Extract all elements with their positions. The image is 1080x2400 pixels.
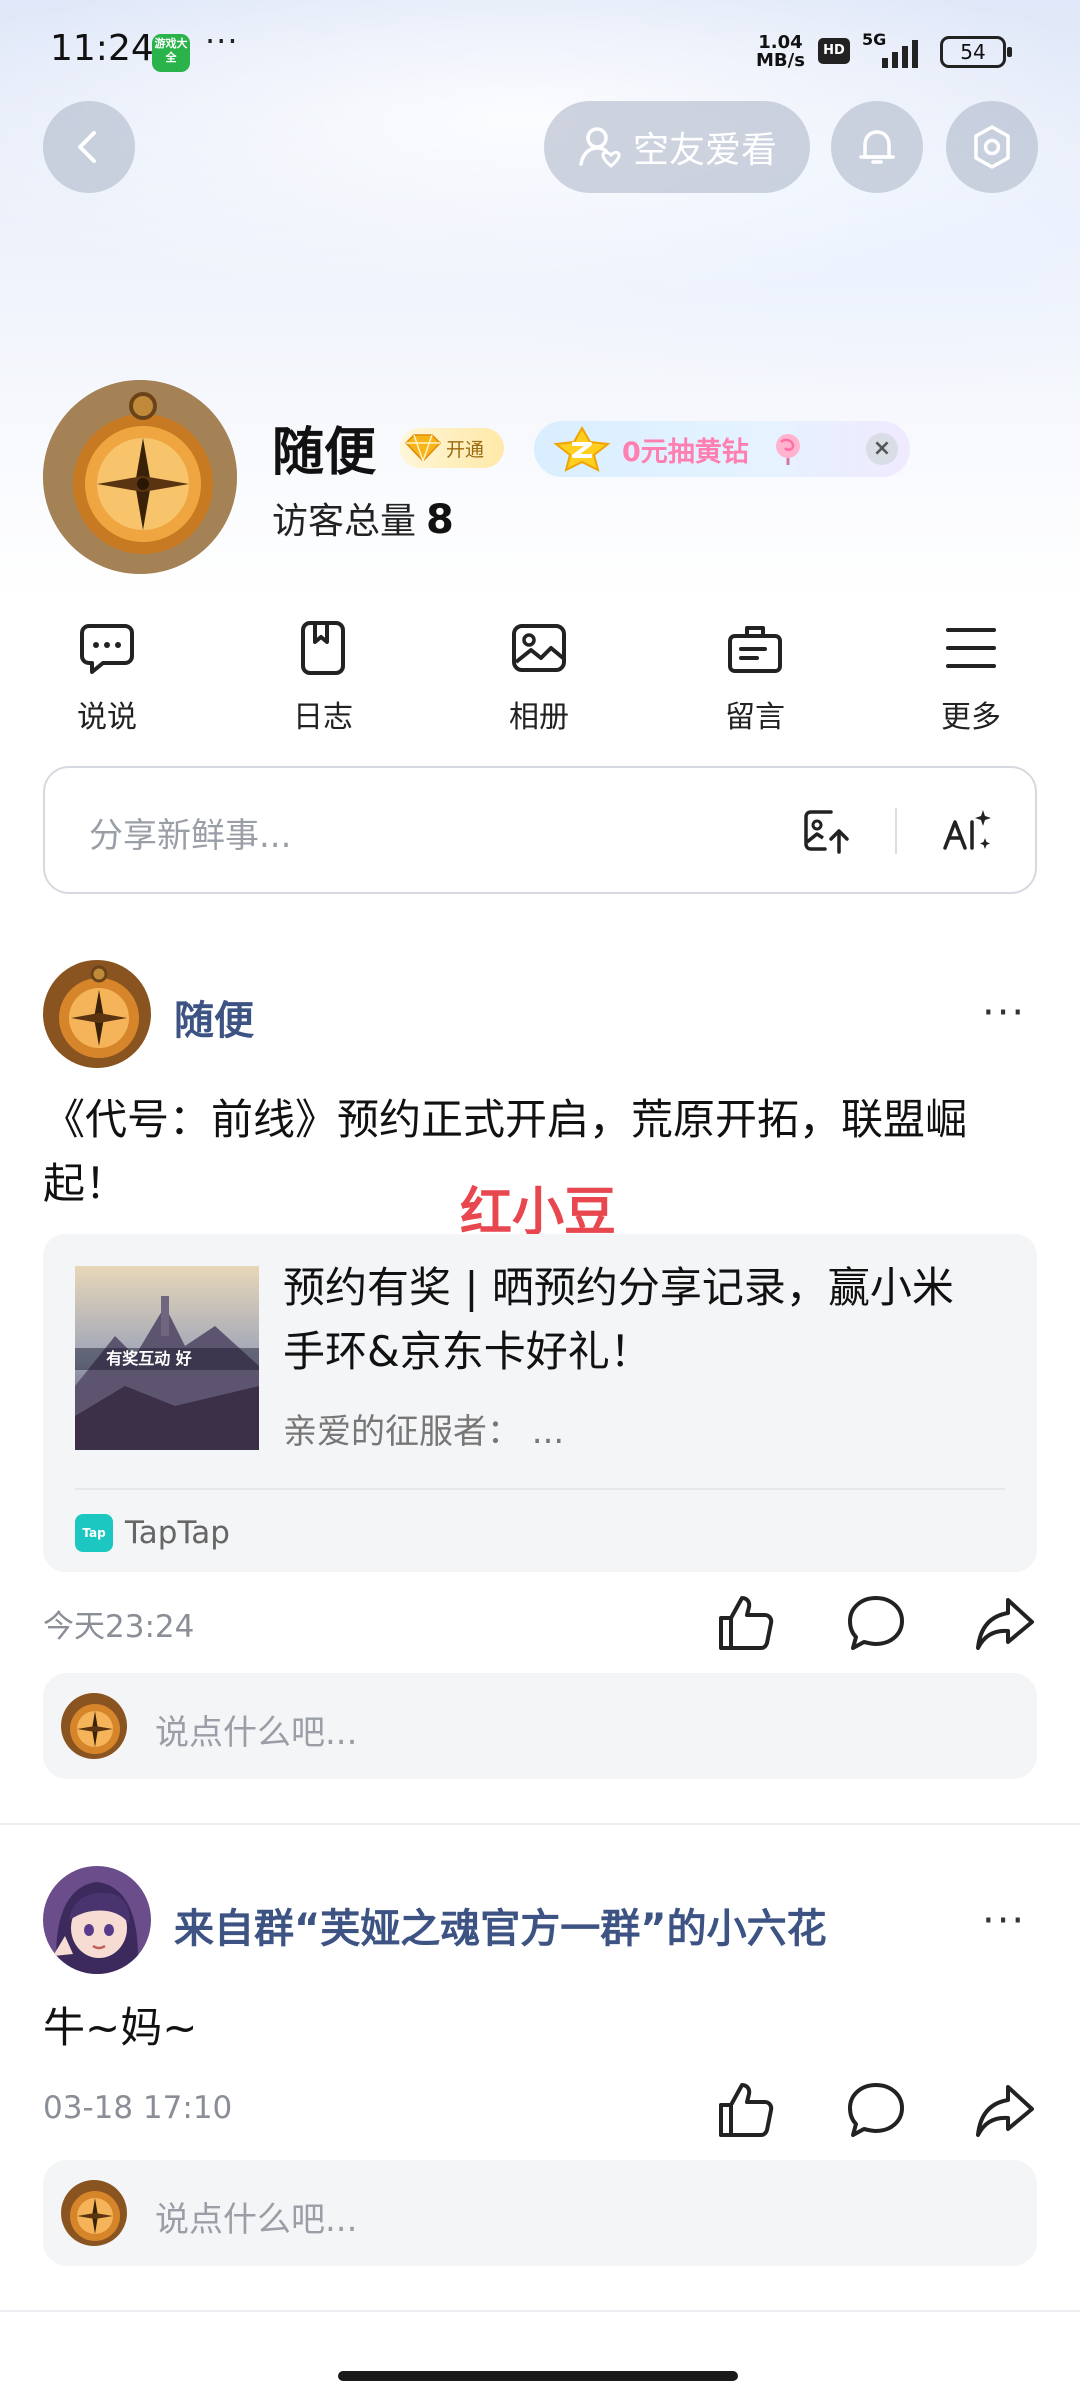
post-author-name[interactable]: 随便 [174, 988, 254, 1046]
nav-message-board[interactable]: 留言 [695, 618, 815, 736]
user-heart-icon [579, 127, 621, 168]
status-time: 11:24 [50, 28, 154, 69]
link-thumbnail: 有奖互动 好 [75, 1266, 259, 1450]
nav-album[interactable]: 相册 [479, 618, 599, 736]
nav-more[interactable]: 更多 [911, 618, 1031, 736]
photo-icon [512, 624, 566, 672]
shared-link-card[interactable]: 有奖互动 好 预约有奖 | 晒预约分享记录，赢小米手环&京东卡好礼！ 亲爱的征服… [43, 1234, 1037, 1572]
profile-name: 随便 [272, 423, 377, 483]
post-author-avatar[interactable] [43, 960, 151, 1068]
profile-avatar[interactable] [43, 380, 237, 574]
share-icon[interactable] [974, 1592, 1036, 1654]
compass-avatar-image [43, 380, 237, 574]
lollipop-icon [775, 434, 800, 465]
comment-icon[interactable] [845, 1592, 907, 1654]
visitors-label: 访客总量 [272, 501, 417, 542]
taptap-logo: Tap [75, 1514, 113, 1552]
commenter-avatar [61, 2180, 127, 2246]
like-icon[interactable] [715, 2079, 777, 2141]
game-artwork-image: 有奖互动 好 [75, 1266, 259, 1450]
qzone-love-label: 空友爱看 [632, 130, 777, 171]
visitors-total: 访客总量 8 [272, 492, 454, 544]
photo-upload-icon[interactable] [801, 806, 853, 858]
post-time: 03-18 17:10 [43, 2090, 233, 2126]
promo-text: 0元抽黄钻 [622, 436, 749, 468]
comment-input[interactable]: 说点什么吧... [43, 1673, 1037, 1779]
settings-button[interactable] [946, 101, 1038, 193]
qzone-logo-icon [553, 426, 611, 472]
compass-avatar-image [61, 1693, 127, 1759]
ai-sparkle-icon[interactable] [939, 804, 995, 860]
notifications-button[interactable] [831, 101, 923, 193]
thumbnail-caption: 有奖互动 好 [106, 1349, 192, 1368]
nav-blog-label: 日志 [293, 700, 353, 735]
hd-voice-icon: HD [818, 38, 850, 64]
compass-avatar-image [61, 2180, 127, 2246]
post-text: 牛~妈~ [43, 2003, 198, 2052]
compass-avatar-image [43, 960, 151, 1068]
network-speed: 1.04 MB/s [756, 34, 805, 70]
link-title: 预约有奖 | 晒预约分享记录，赢小米手环&京东卡好礼！ [283, 1263, 954, 1376]
signal-icon [882, 40, 918, 68]
speech-bubble-icon [80, 624, 134, 674]
post-author-name[interactable]: 来自群“芙娅之魂官方一群”的小六花 [174, 1896, 827, 1954]
link-card-divider [75, 1488, 1005, 1490]
promo-close-button[interactable]: × [866, 433, 898, 465]
comment-icon[interactable] [845, 2079, 907, 2141]
yellow-diamond-promo-banner[interactable]: 0元抽黄钻 × [534, 421, 910, 477]
visitors-count: 8 [426, 497, 454, 543]
gear-icon [974, 125, 1010, 169]
notebook-icon [301, 621, 345, 675]
back-button[interactable] [43, 101, 135, 193]
anime-avatar-image [43, 1866, 151, 1974]
share-composer[interactable]: 分享新鲜事... [43, 766, 1037, 894]
nav-shuoshuo-label: 说说 [77, 700, 137, 735]
network-speed-unit: MB/s [756, 50, 805, 71]
nav-blog[interactable]: 日志 [263, 618, 383, 736]
message-board-icon [728, 626, 782, 673]
nav-message-board-label: 留言 [725, 700, 785, 735]
battery-icon: 54 [940, 36, 1012, 68]
post-more-button[interactable]: ··· [982, 1898, 1026, 1944]
post-more-button[interactable]: ··· [982, 990, 1026, 1036]
link-description: 亲爱的征服者： ... [283, 1412, 565, 1452]
nav-album-label: 相册 [509, 700, 569, 735]
vip-open-badge[interactable]: 开通 [400, 428, 504, 468]
qzone-love-button[interactable]: 空友爱看 [544, 101, 810, 193]
link-source: TapTap [125, 1515, 230, 1551]
comment-placeholder: 说点什么吧... [155, 2200, 358, 2240]
comment-input[interactable]: 说点什么吧... [43, 2160, 1037, 2266]
post-author-avatar[interactable] [43, 1866, 151, 1974]
menu-icon [946, 628, 996, 668]
like-icon[interactable] [715, 1592, 777, 1654]
chevron-left-icon [78, 131, 96, 163]
game-center-app-icon: 游戏大全 [152, 34, 190, 72]
home-indicator[interactable] [338, 2371, 738, 2381]
bell-icon [859, 130, 895, 164]
composer-divider [895, 808, 897, 854]
diamond-icon [404, 434, 442, 463]
status-more-icon: ··· [205, 22, 239, 60]
feed-divider [0, 1823, 1080, 1825]
vip-open-label: 开通 [446, 438, 485, 461]
share-placeholder: 分享新鲜事... [89, 816, 292, 856]
commenter-avatar [61, 1693, 127, 1759]
share-icon[interactable] [974, 2079, 1036, 2141]
nav-more-label: 更多 [941, 700, 1001, 735]
post-time: 今天23:24 [43, 1609, 195, 1645]
nav-shuoshuo[interactable]: 说说 [47, 618, 167, 736]
comment-placeholder: 说点什么吧... [155, 1713, 358, 1753]
feed-divider [0, 2310, 1080, 2312]
